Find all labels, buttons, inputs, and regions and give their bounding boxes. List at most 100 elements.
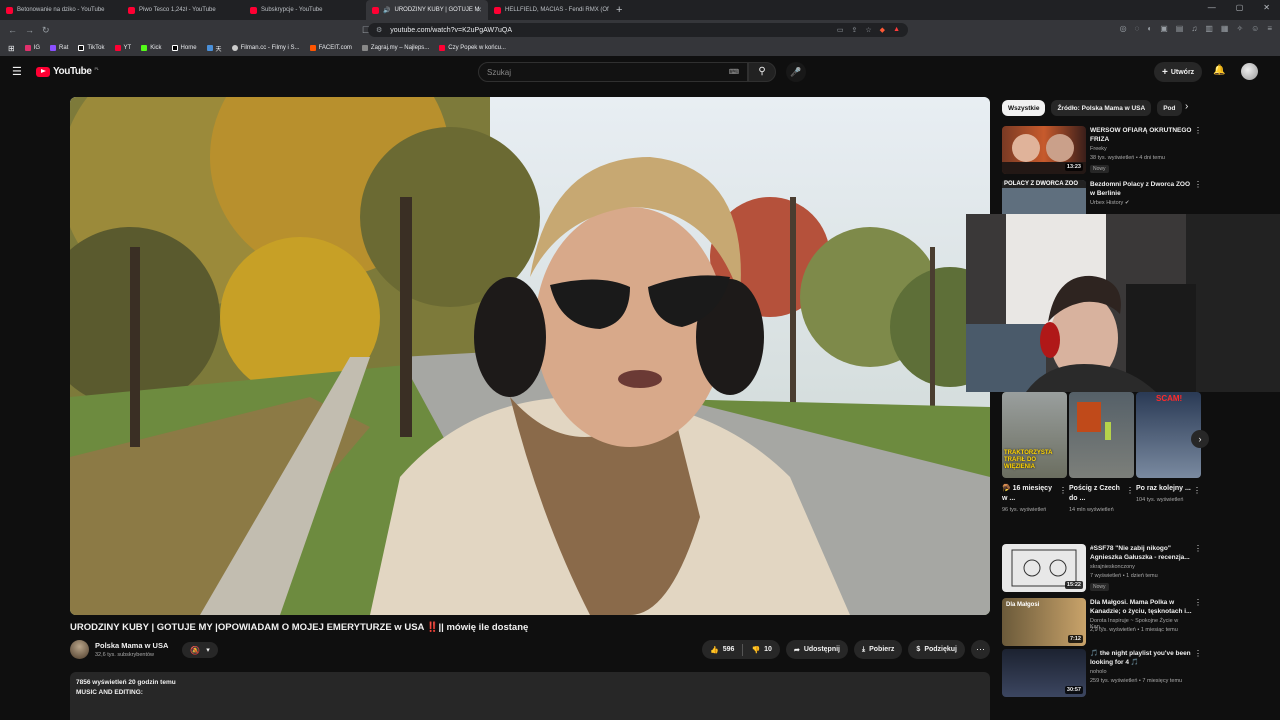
install-icon[interactable]: ▭ [837,26,844,34]
apps-grid-icon[interactable]: ⊞ [8,44,15,53]
short-item[interactable]: Pościg z Czech do ... 14 mln wyświetleń … [1069,392,1134,514]
site-info-icon[interactable]: ⚙ [376,26,382,34]
dislike-button[interactable]: 👎 10 [743,646,780,654]
download-icon: ⤓ [862,645,866,653]
hamburger-menu-icon[interactable]: ☰ [12,65,22,78]
more-vert-icon[interactable]: ⋮ [1059,486,1067,495]
short-item[interactable]: TRAKTORZYSTA TRAFIŁ DO WIĘZIENIA 🪤 16 mi… [1002,392,1067,514]
search-icon: ⚲ [758,66,766,77]
extension-icon[interactable]: ◌ [1135,24,1140,33]
region-code: PL [94,66,100,71]
bookmark-item[interactable]: Zagraj.my – Najleps... [361,45,429,51]
maximize-icon[interactable]: ▢ [1236,3,1244,12]
subscription-notifications-button[interactable]: 🔕 ▾ [182,642,218,658]
thanks-button[interactable]: $ Podziękuj [908,640,965,659]
more-vert-icon[interactable]: ⋮ [1126,486,1134,495]
extension-icon[interactable]: ▤ [1176,24,1184,33]
chip-related[interactable]: Pod [1157,100,1182,116]
search-input[interactable]: Szukaj ⌨ [478,62,748,82]
music-icon[interactable]: ♫ [1191,24,1197,33]
forward-icon[interactable]: → [25,25,34,35]
browser-tab[interactable]: Piwo Tesco 1,24zł - YouTube [122,0,244,20]
close-window-icon[interactable]: ✕ [1263,3,1270,12]
rat-icon [50,45,57,51]
bookmark-item[interactable]: FACEIT.com [309,45,352,51]
close-tab-icon[interactable]: ✕ [476,6,482,14]
chip-all[interactable]: Wszystkie [1002,100,1046,116]
star-icon[interactable]: ☆ [865,26,871,34]
menu-icon[interactable]: ≡ [1267,24,1272,33]
notifications-bell-icon[interactable]: 🔔 [1213,65,1225,76]
more-vert-icon[interactable]: ⋮ [1194,598,1202,607]
recommended-video[interactable]: 13:23 WERSOW OFIARĄ OKRUTNEGO FRIZA Free… [1002,126,1202,176]
bookmark-label: IG [33,45,41,51]
alert-icon[interactable]: ▲ [893,26,900,34]
url-field[interactable]: ⚙ youtube.com/watch?v=K2uPgAW7uQA ▭ ⇪ ☆ … [368,23,908,37]
more-vert-icon[interactable]: ⋮ [1194,126,1202,135]
more-vert-icon[interactable]: ⋮ [1193,486,1201,495]
video-player[interactable] [70,97,990,615]
reload-icon[interactable]: ↻ [42,25,50,36]
bookmark-item[interactable]: YT [114,45,131,51]
bookmark-item[interactable]: IG [24,45,41,51]
create-button[interactable]: + Utwórz [1154,62,1203,82]
keyboard-icon[interactable]: ⌨ [729,68,739,76]
tab-label: URODZINY KUBY | GOTUJE M [394,7,480,13]
bookmark-label: Rat [59,45,69,51]
recommended-video[interactable]: 30:57 🎵 the night playlist you've been l… [1002,649,1202,699]
new-tab-icon[interactable]: + [616,4,622,16]
bookmark-label: Czy Popek w końcu... [448,45,506,51]
recommended-video[interactable]: Dla Małgosi 7:12 Dla Małgosi. Mama Polka… [1002,598,1202,648]
dislike-count: 10 [764,646,772,653]
browser-tab-active[interactable]: 🔊 URODZINY KUBY | GOTUJE M ✕ [366,0,488,20]
more-actions-icon[interactable]: ⋯ [971,640,990,659]
bookmark-item[interactable]: 天 [206,44,222,53]
shorts-next-button[interactable]: › [1191,430,1209,448]
page-scrollbar[interactable] [1274,60,1278,700]
share-icon[interactable]: ⇪ [852,26,858,34]
browser-tab[interactable]: Subskrypcje - YouTube [244,0,366,20]
chip-source[interactable]: Źródło: Polska Mama w USA [1051,100,1152,116]
more-vert-icon[interactable]: ⋮ [1194,180,1202,189]
rec-meta: 259 tys. wyświetleń • 7 miesięcy temu [1090,678,1183,684]
back-icon[interactable]: ← [8,25,17,35]
browser-tab[interactable]: HELLFIELD, MACIAS - Fendi RMX (Of [488,0,610,20]
create-label: Utwórz [1170,68,1195,76]
profile-icon[interactable]: ☺ [1251,24,1259,33]
more-vert-icon[interactable]: ⋮ [1194,544,1202,553]
bookmark-item[interactable]: TikTok [78,45,105,51]
minimize-icon[interactable]: — [1208,3,1216,12]
extension-icon[interactable]: ◎ [1120,24,1127,33]
recommended-video[interactable]: POLACY Z DWORCA ZOO Bezdomni Polacy z Dw… [1002,180,1202,214]
bookmark-item[interactable]: Home [171,45,197,51]
short-item[interactable]: SCAM! Po raz kolejny ... 104 tys. wyświe… [1136,392,1201,504]
extension-icon[interactable]: ▣ [1160,24,1168,33]
bookmark-item[interactable]: Filman.cc - Filmy i S... [231,45,300,51]
channel-avatar[interactable] [70,640,89,659]
search-button[interactable]: ⚲ [748,62,776,82]
youtube-logo[interactable]: YouTube PL [36,66,99,77]
wallet-icon[interactable]: ▦ [1221,24,1229,33]
sidebar-icon[interactable]: ▥ [1205,24,1213,33]
browser-tab[interactable]: Betonowanie na dziko - YouTube [0,0,122,20]
video-thumbnail: Dla Małgosi 7:12 [1002,598,1086,646]
channel-name[interactable]: Polska Mama w USA [95,641,168,650]
extension-icon[interactable]: ◐ [1147,24,1152,33]
recommended-video[interactable]: 15:22 #SSF78 "Nie zabij nikogo" Agnieszk… [1002,544,1202,594]
more-vert-icon[interactable]: ⋮ [1194,649,1202,658]
account-avatar[interactable] [1241,63,1258,80]
bookmark-item[interactable]: Czy Popek w końcu... [439,45,506,51]
voice-search-button[interactable]: 🎤 [786,62,806,82]
download-button[interactable]: ⤓ Pobierz [854,640,903,659]
thanks-label: Podziękuj [924,646,957,653]
like-button[interactable]: 👍 596 [702,646,742,654]
description-box[interactable]: 7856 wyświetleń 20 godzin temu MUSIC AND… [70,672,990,720]
bookmark-item[interactable]: Rat [50,45,68,51]
window-controls: — ▢ ✕ [1208,3,1270,12]
bell-off-icon: 🔕 [190,645,201,655]
chevron-right-icon[interactable]: › [1185,101,1188,112]
brave-shield-icon[interactable]: ◆ [880,26,885,34]
bookmark-item[interactable]: Kick [141,45,162,51]
extensions-puzzle-icon[interactable]: ✧ [1236,24,1243,33]
share-button[interactable]: ➦ Udostępnij [785,640,848,659]
